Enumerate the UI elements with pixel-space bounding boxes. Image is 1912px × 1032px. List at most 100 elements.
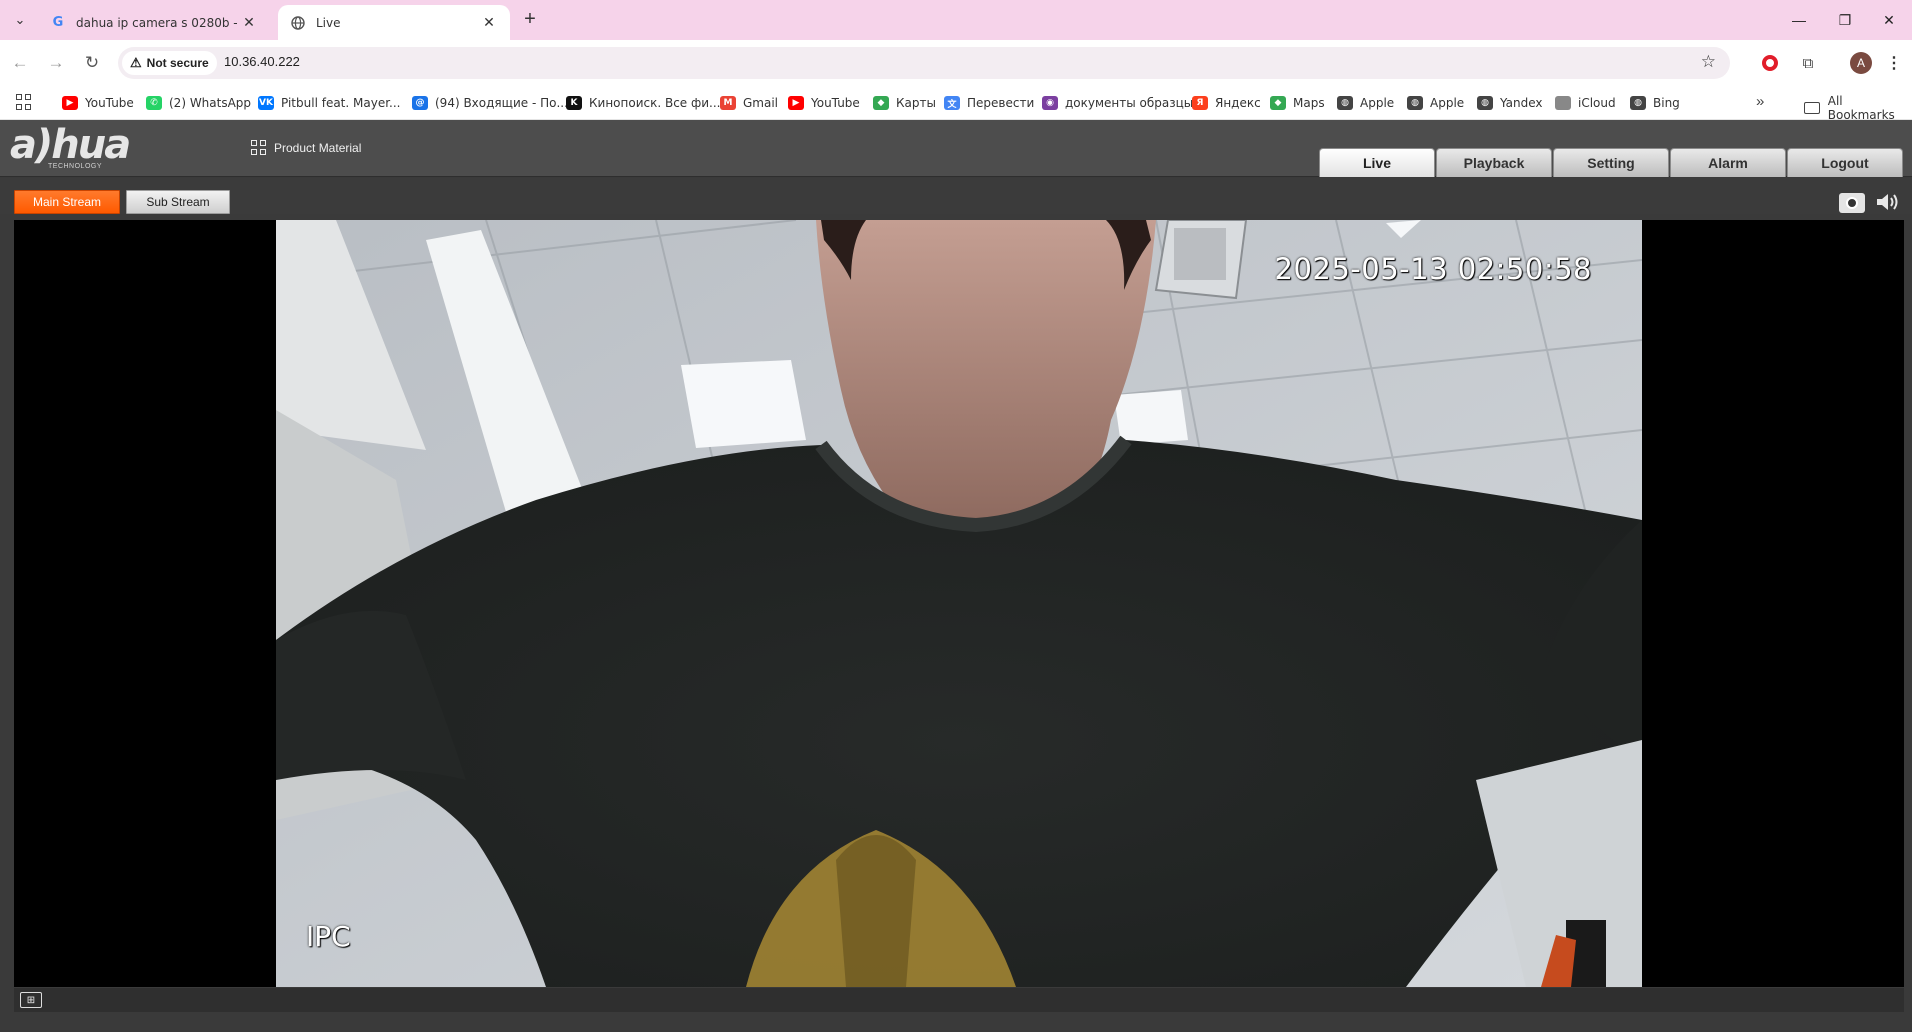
product-material-label: Product Material <box>274 140 362 155</box>
maps-icon: ◆ <box>873 96 889 110</box>
bookmark-item[interactable]: VK Pitbull feat. Mayer... <box>258 94 400 112</box>
window-layout-icon[interactable]: ⊞ <box>20 992 42 1008</box>
new-tab-button[interactable]: + <box>518 8 542 32</box>
snapshot-camera-icon[interactable] <box>1839 193 1865 213</box>
globe-icon: ◍ <box>1477 96 1493 110</box>
tab-alarm[interactable]: Alarm <box>1670 148 1786 177</box>
viewer-bottom-bar: ⊞ <box>14 988 1904 1012</box>
youtube-icon: ▶ <box>62 96 78 110</box>
bookmark-item[interactable]: ◍ Bing <box>1630 94 1680 112</box>
main-stream-button[interactable]: Main Stream <box>14 190 120 214</box>
bookmark-label: Maps <box>1293 96 1325 110</box>
bookmark-item[interactable]: ◍ Apple <box>1407 94 1464 112</box>
security-chip[interactable]: ⚠ Not secure <box>122 51 217 75</box>
tab-title: Live <box>316 15 341 30</box>
close-tab-icon[interactable]: ✕ <box>480 15 498 31</box>
globe-icon: ◍ <box>1630 96 1646 110</box>
extensions-puzzle-icon[interactable]: ⧉ <box>1796 51 1820 75</box>
reload-icon[interactable]: ↻ <box>80 51 104 75</box>
bookmark-item[interactable]: ◍ Yandex <box>1477 94 1543 112</box>
bookmark-item[interactable]: ◆ Карты <box>873 94 936 112</box>
bookmark-label: YouTube <box>85 96 134 110</box>
bookmarks-bar: ▶ YouTube ✆ (2) WhatsApp VK Pitbull feat. May… <box>0 86 1912 122</box>
bookmark-item[interactable]: ◉ документы образцы <box>1042 94 1193 112</box>
osd-timestamp: 2025-05-13 02:50:58 <box>1274 252 1592 286</box>
sub-stream-button[interactable]: Sub Stream <box>126 190 230 214</box>
tab-title: dahua ip camera s 0280b - Пои <box>76 15 240 30</box>
browser-tab-live[interactable]: Live ✕ <box>278 5 510 40</box>
bookmark-item[interactable]: K Кинопоиск. Все фи... <box>566 94 721 112</box>
product-material-link[interactable]: Product Material <box>251 140 361 155</box>
globe-icon: ◍ <box>1407 96 1423 110</box>
dahua-logo: a)hua TECHNOLOGY <box>10 122 152 172</box>
whatsapp-icon: ✆ <box>146 96 162 110</box>
bookmark-label: Apple <box>1430 96 1465 110</box>
tab-search-chevron-icon[interactable]: ⌄ <box>8 8 32 32</box>
tab-setting[interactable]: Setting <box>1553 148 1669 177</box>
close-tab-icon[interactable]: ✕ <box>240 15 258 31</box>
camera-feed-image <box>276 220 1642 987</box>
browser-tab-search[interactable]: G dahua ip camera s 0280b - Пои ✕ <box>38 5 270 40</box>
kinopoisk-icon: K <box>566 96 582 110</box>
bookmark-item[interactable]: M Gmail <box>720 94 778 112</box>
bookmark-item[interactable]: ◆ Maps <box>1270 94 1325 112</box>
gmail-icon: M <box>720 96 736 110</box>
bookmark-item[interactable]: Я Яндекс <box>1192 94 1261 112</box>
yandex-icon: Я <box>1192 96 1208 110</box>
folder-icon <box>1804 102 1820 114</box>
close-window-button[interactable]: ✕ <box>1866 0 1912 40</box>
maps-icon: ◆ <box>1270 96 1286 110</box>
translate-icon: 文 <box>944 96 960 110</box>
address-bar[interactable]: ⚠ Not secure 10.36.40.222 ☆ <box>118 47 1730 79</box>
main-navigation: Live Playback Setting Alarm Logout <box>1319 148 1904 177</box>
bookmark-item[interactable]: 文 Перевести <box>944 94 1034 112</box>
osd-channel-name: IPC <box>306 920 351 953</box>
app-header: a)hua TECHNOLOGY Product Material Live P… <box>0 120 1912 177</box>
bookmark-label: Gmail <box>743 96 779 110</box>
stream-toolbar: Main Stream Sub Stream <box>0 178 1912 214</box>
more-bookmarks-icon[interactable]: » <box>1756 93 1764 110</box>
live-video-frame[interactable]: 2025-05-13 02:50:58 IPC <box>276 220 1642 987</box>
bookmark-item[interactable]: ✆ (2) WhatsApp <box>146 94 251 112</box>
profile-avatar[interactable]: A <box>1849 51 1873 75</box>
opera-extension-icon[interactable] <box>1758 51 1782 75</box>
qr-code-icon <box>251 140 266 155</box>
bookmark-label: Bing <box>1653 96 1680 110</box>
logo-wordmark: a)hua <box>10 122 131 168</box>
bookmark-label: iCloud <box>1578 96 1616 110</box>
apps-grid-icon[interactable] <box>16 94 32 110</box>
bookmark-item[interactable]: @ (94) Входящие - По... <box>412 94 568 112</box>
url-text[interactable]: 10.36.40.222 <box>224 54 300 69</box>
all-bookmarks-button[interactable]: All Bookmarks <box>1804 94 1912 122</box>
apple-icon <box>1555 96 1571 110</box>
video-viewport[interactable]: 2025-05-13 02:50:58 IPC <box>14 220 1904 987</box>
bookmark-label: (94) Входящие - По... <box>435 96 568 110</box>
bookmark-item[interactable]: ▶ YouTube <box>788 94 860 112</box>
minimize-window-button[interactable]: — <box>1776 0 1822 40</box>
bookmark-label: Yandex <box>1500 96 1543 110</box>
bookmark-label: Перевести <box>967 96 1035 110</box>
tab-live[interactable]: Live <box>1319 148 1435 177</box>
bookmark-item[interactable]: ◍ Apple <box>1337 94 1394 112</box>
bookmark-item[interactable]: ▶ YouTube <box>62 94 134 112</box>
bookmark-label: Кинопоиск. Все фи... <box>589 96 721 110</box>
bookmark-label: Яндекс <box>1215 96 1261 110</box>
bookmark-item[interactable]: iCloud <box>1555 94 1616 112</box>
forward-arrow-icon[interactable]: → <box>44 51 68 75</box>
browser-tab-bar: ⌄ G dahua ip camera s 0280b - Пои ✕ Live… <box>0 0 1912 40</box>
browser-toolbar: ← → ↻ ⚠ Not secure 10.36.40.222 ☆ ⧉ A ⋮ <box>0 40 1912 86</box>
vk-icon: VK <box>258 96 274 110</box>
dahua-web-app: a)hua TECHNOLOGY Product Material Live P… <box>0 120 1912 1032</box>
browser-menu-icon[interactable]: ⋮ <box>1882 51 1906 75</box>
bookmark-label: документы образцы <box>1065 96 1194 110</box>
tab-playback[interactable]: Playback <box>1436 148 1552 177</box>
back-arrow-icon[interactable]: ← <box>8 51 32 75</box>
warning-triangle-icon: ⚠ <box>130 55 142 70</box>
globe-favicon-icon <box>290 15 306 31</box>
bookmark-star-icon[interactable]: ☆ <box>1701 52 1716 72</box>
speaker-icon[interactable] <box>1874 190 1904 214</box>
globe-icon: ◍ <box>1337 96 1353 110</box>
mail-at-icon: @ <box>412 96 428 110</box>
restore-window-button[interactable]: ❐ <box>1822 0 1868 40</box>
tab-logout[interactable]: Logout <box>1787 148 1903 177</box>
